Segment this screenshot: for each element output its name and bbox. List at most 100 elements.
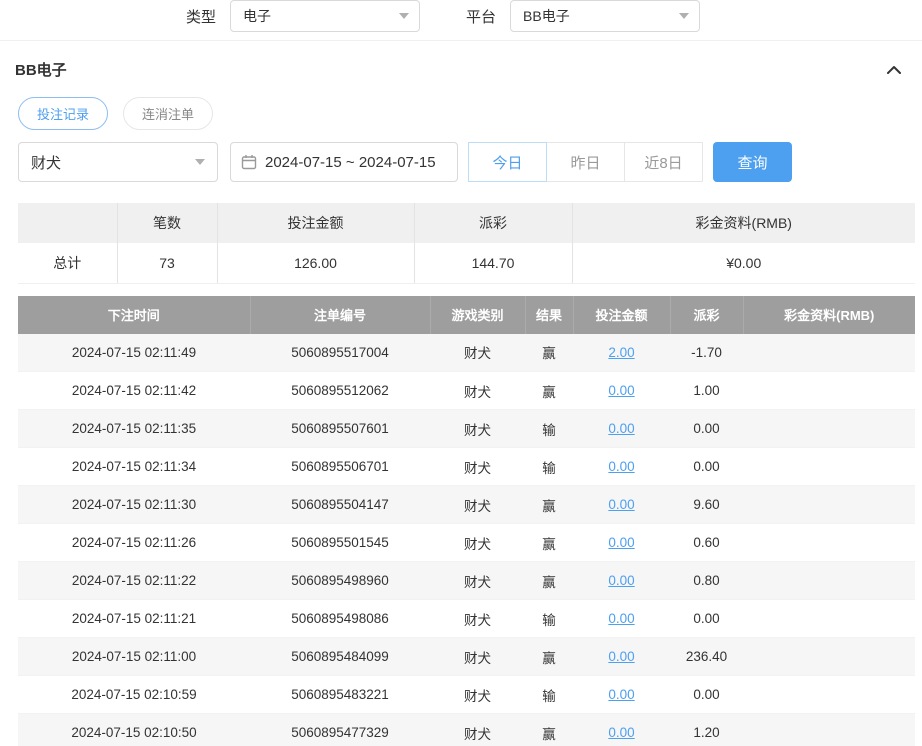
game-type-cell: 财犬: [430, 372, 525, 410]
order-id-cell: 5060895504147: [250, 486, 430, 524]
today-button[interactable]: 今日: [468, 142, 547, 182]
order-id-cell: 5060895498086: [250, 600, 430, 638]
bet-amount-link[interactable]: 0.00: [608, 383, 634, 398]
bet-amount-link[interactable]: 0.00: [608, 459, 634, 474]
result-cell: 赢: [525, 714, 573, 746]
yesterday-button[interactable]: 昨日: [546, 142, 625, 182]
game-type-cell: 财犬: [430, 410, 525, 448]
bonus-cell: [743, 638, 915, 676]
payout-cell: 1.20: [670, 714, 743, 746]
bonus-cell: [743, 524, 915, 562]
bet-amount-cell: 0.00: [573, 410, 670, 448]
bet-amount-cell: 0.00: [573, 638, 670, 676]
bet-amount-link[interactable]: 0.00: [608, 421, 634, 436]
bet-amount-link[interactable]: 0.00: [608, 611, 634, 626]
payout-cell: 0.60: [670, 524, 743, 562]
chevron-down-icon: [399, 13, 409, 19]
bet-amount-link[interactable]: 0.00: [608, 535, 634, 550]
summary-total-label: 总计: [18, 243, 117, 283]
bet-amount-link[interactable]: 0.00: [608, 497, 634, 512]
payout-cell: 236.40: [670, 638, 743, 676]
result-cell: 赢: [525, 372, 573, 410]
order-id-cell: 5060895477329: [250, 714, 430, 746]
bet-amount-cell: 2.00: [573, 334, 670, 372]
game-type-cell: 财犬: [430, 448, 525, 486]
chevron-down-icon: [679, 13, 689, 19]
top-filter-bar: 类型 电子 平台 BB电子: [0, 0, 922, 41]
bet-time-cell: 2024-07-15 02:11:42: [18, 372, 250, 410]
table-row: 2024-07-15 02:11:345060895506701财犬输0.000…: [18, 448, 915, 486]
header-game-type: 游戏类别: [430, 296, 525, 334]
summary-total-count: 73: [117, 243, 217, 283]
type-select[interactable]: 电子: [230, 0, 420, 32]
summary-header-empty: [18, 203, 117, 243]
header-payout: 派彩: [670, 296, 743, 334]
result-cell: 输: [525, 410, 573, 448]
bet-time-cell: 2024-07-15 02:10:59: [18, 676, 250, 714]
summary-total-row: 总计 73 126.00 144.70 ¥0.00: [18, 243, 915, 283]
result-cell: 赢: [525, 638, 573, 676]
order-id-cell: 5060895507601: [250, 410, 430, 448]
bet-time-cell: 2024-07-15 02:11:35: [18, 410, 250, 448]
bet-amount-cell: 0.00: [573, 448, 670, 486]
bet-amount-cell: 0.00: [573, 562, 670, 600]
bet-amount-link[interactable]: 0.00: [608, 725, 634, 740]
bonus-cell: [743, 714, 915, 746]
game-type-cell: 财犬: [430, 562, 525, 600]
game-type-cell: 财犬: [430, 638, 525, 676]
section-header: BB电子: [0, 41, 922, 80]
last8days-button[interactable]: 近8日: [624, 142, 703, 182]
order-id-cell: 5060895484099: [250, 638, 430, 676]
type-filter-group: 类型 电子: [186, 0, 420, 32]
header-bonus: 彩金资料(RMB): [743, 296, 915, 334]
date-range-picker[interactable]: 2024-07-15 ~ 2024-07-15: [230, 142, 458, 182]
bet-amount-cell: 0.00: [573, 714, 670, 746]
order-id-cell: 5060895483221: [250, 676, 430, 714]
payout-cell: 0.00: [670, 410, 743, 448]
result-cell: 赢: [525, 562, 573, 600]
type-label: 类型: [186, 6, 216, 27]
result-cell: 赢: [525, 334, 573, 372]
summary-header-row: 笔数 投注金额 派彩 彩金资料(RMB): [18, 203, 915, 243]
order-id-cell: 5060895506701: [250, 448, 430, 486]
payout-cell: 9.60: [670, 486, 743, 524]
bet-amount-cell: 0.00: [573, 372, 670, 410]
payout-cell: 0.80: [670, 562, 743, 600]
payout-cell: 0.00: [670, 448, 743, 486]
payout-cell: 0.00: [670, 600, 743, 638]
collapse-button[interactable]: [884, 63, 904, 77]
bet-amount-cell: 0.00: [573, 600, 670, 638]
chevron-up-icon: [886, 65, 902, 75]
order-id-cell: 5060895517004: [250, 334, 430, 372]
tab-bet-records[interactable]: 投注记录: [18, 97, 108, 130]
search-button[interactable]: 查询: [713, 142, 792, 182]
game-type-cell: 财犬: [430, 714, 525, 746]
result-cell: 输: [525, 676, 573, 714]
summary-total-bonus: ¥0.00: [572, 243, 915, 283]
bet-time-cell: 2024-07-15 02:11:30: [18, 486, 250, 524]
bet-amount-link[interactable]: 2.00: [608, 345, 634, 360]
result-cell: 赢: [525, 524, 573, 562]
bet-amount-cell: 0.00: [573, 524, 670, 562]
header-bet-amount: 投注金额: [573, 296, 670, 334]
bet-table-header-row: 下注时间 注单编号 游戏类别 结果 投注金额 派彩 彩金资料(RMB): [18, 296, 915, 334]
bet-amount-link[interactable]: 0.00: [608, 573, 634, 588]
table-row: 2024-07-15 02:10:505060895477329财犬赢0.001…: [18, 714, 915, 746]
platform-select[interactable]: BB电子: [510, 0, 700, 32]
calendar-icon: [241, 154, 257, 170]
payout-cell: -1.70: [670, 334, 743, 372]
game-type-cell: 财犬: [430, 334, 525, 372]
header-order-id: 注单编号: [250, 296, 430, 334]
game-select[interactable]: 财犬: [18, 142, 218, 182]
bet-amount-link[interactable]: 0.00: [608, 687, 634, 702]
table-row: 2024-07-15 02:11:495060895517004财犬赢2.00-…: [18, 334, 915, 372]
game-type-cell: 财犬: [430, 486, 525, 524]
bonus-cell: [743, 676, 915, 714]
bet-time-cell: 2024-07-15 02:11:22: [18, 562, 250, 600]
bet-amount-link[interactable]: 0.00: [608, 649, 634, 664]
header-bet-time: 下注时间: [18, 296, 250, 334]
tab-cancelled-orders[interactable]: 连消注单: [123, 97, 213, 130]
result-cell: 赢: [525, 486, 573, 524]
date-range-value: 2024-07-15 ~ 2024-07-15: [265, 154, 436, 171]
bet-records-table: 下注时间 注单编号 游戏类别 结果 投注金额 派彩 彩金资料(RMB) 2024…: [18, 296, 915, 746]
